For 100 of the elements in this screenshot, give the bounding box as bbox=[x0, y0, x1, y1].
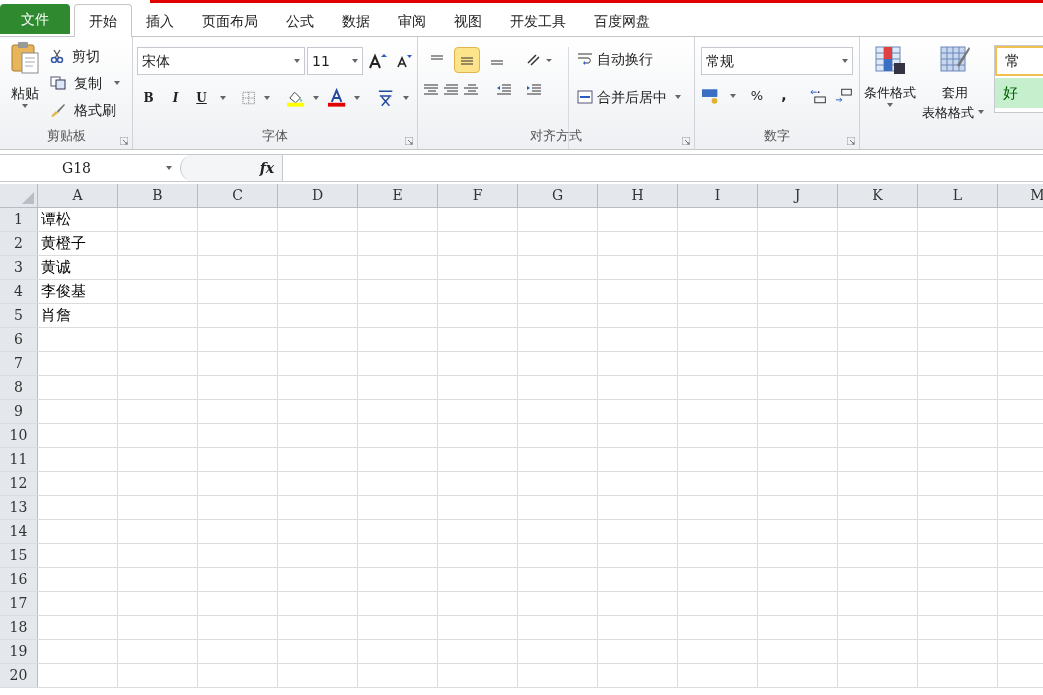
copy-icon bbox=[50, 76, 66, 90]
ribbon-tab[interactable]: 数据 bbox=[328, 6, 384, 36]
cut-button[interactable]: 剪切 bbox=[50, 45, 124, 67]
ribbon-tab[interactable]: 视图 bbox=[440, 6, 496, 36]
row-header[interactable]: 6 bbox=[0, 328, 38, 351]
ribbon-tab[interactable]: 开始 bbox=[74, 4, 132, 37]
paste-button[interactable]: 粘贴 bbox=[0, 41, 50, 126]
number-format-dropdown[interactable]: 常规 bbox=[701, 47, 853, 75]
ribbon-tab[interactable]: 插入 bbox=[132, 6, 188, 36]
scissors-icon bbox=[50, 49, 64, 63]
row-header[interactable]: 12 bbox=[0, 472, 38, 495]
percent-button[interactable]: % bbox=[746, 85, 768, 106]
row-header[interactable]: 1 bbox=[0, 208, 38, 231]
caret-icon bbox=[22, 104, 28, 108]
merge-center-button[interactable]: 合并后居中 bbox=[577, 85, 685, 109]
ribbon-tab[interactable]: 审阅 bbox=[384, 6, 440, 36]
column-header[interactable]: F bbox=[438, 184, 518, 207]
ribbon-tab[interactable]: 页面布局 bbox=[188, 6, 272, 36]
column-header[interactable]: J bbox=[758, 184, 838, 207]
row-header[interactable]: 5 bbox=[0, 304, 38, 327]
row-header[interactable]: 2 bbox=[0, 232, 38, 255]
merge-cells-icon bbox=[577, 90, 593, 104]
caret-icon bbox=[353, 96, 360, 100]
paintbrush-icon bbox=[50, 103, 66, 117]
vertical-align-button[interactable] bbox=[454, 47, 480, 73]
column-header[interactable]: B bbox=[118, 184, 198, 207]
column-header[interactable]: E bbox=[358, 184, 438, 207]
row-header[interactable]: 13 bbox=[0, 496, 38, 519]
dialog-launcher-icon[interactable] bbox=[847, 137, 855, 145]
column-header[interactable]: A bbox=[38, 184, 118, 207]
wrap-text-button[interactable]: 自动换行 bbox=[577, 47, 685, 71]
format-painter-button[interactable]: 格式刷 bbox=[50, 99, 124, 121]
caret-icon bbox=[166, 166, 172, 170]
row-header[interactable]: 15 bbox=[0, 544, 38, 567]
column-header[interactable]: L bbox=[918, 184, 998, 207]
column-header[interactable]: M bbox=[998, 184, 1043, 207]
cell-style-item[interactable]: 好 bbox=[995, 78, 1043, 108]
text-direction-icon[interactable] bbox=[526, 53, 554, 67]
row-header[interactable]: 8 bbox=[0, 376, 38, 399]
row-header[interactable]: 3 bbox=[0, 256, 38, 279]
row-header[interactable]: 4 bbox=[0, 280, 38, 303]
border-icon[interactable] bbox=[242, 91, 256, 105]
column-header[interactable]: C bbox=[198, 184, 278, 207]
ribbon-tab[interactable]: 公式 bbox=[272, 6, 328, 36]
caret-icon bbox=[114, 81, 120, 85]
insert-function-button[interactable]: fx bbox=[259, 157, 274, 179]
column-header[interactable]: G bbox=[518, 184, 598, 207]
cell-style-item[interactable]: 常 bbox=[995, 46, 1043, 76]
align-left-icon bbox=[424, 83, 438, 95]
font-name-dropdown[interactable]: 宋体 bbox=[137, 47, 305, 75]
row-header[interactable]: 7 bbox=[0, 352, 38, 375]
row-header[interactable]: 14 bbox=[0, 520, 38, 543]
font-color-icon[interactable] bbox=[326, 88, 346, 108]
bold-button[interactable]: B bbox=[137, 87, 160, 109]
align-center-icon bbox=[444, 83, 458, 95]
caret-icon bbox=[403, 96, 409, 100]
column-header[interactable]: I bbox=[678, 184, 758, 207]
ribbon-tab[interactable]: 开发工具 bbox=[496, 6, 580, 36]
dialog-launcher-icon[interactable] bbox=[682, 137, 690, 145]
row-header[interactable]: 9 bbox=[0, 400, 38, 423]
group-label: 数字 bbox=[764, 126, 790, 145]
copy-button[interactable]: 复制 bbox=[50, 72, 124, 94]
row-header[interactable]: 18 bbox=[0, 616, 38, 639]
row-header[interactable]: 17 bbox=[0, 592, 38, 615]
format-as-table-button[interactable]: 套用 表格格式 bbox=[922, 45, 988, 149]
underline-button[interactable]: U bbox=[191, 87, 213, 109]
caret-icon bbox=[730, 93, 737, 98]
group-label: 对齐方式 bbox=[530, 126, 582, 145]
font-size-dropdown[interactable]: 11 bbox=[307, 47, 363, 75]
increase-indent-icon[interactable] bbox=[526, 83, 542, 95]
conditional-format-button[interactable]: 条件格式 bbox=[864, 45, 916, 149]
grow-font-icon[interactable] bbox=[369, 53, 387, 69]
table-cell-text: 黄诚 bbox=[41, 257, 71, 279]
group-label: 字体 bbox=[262, 126, 288, 145]
row-header[interactable]: 16 bbox=[0, 568, 38, 591]
comma-button[interactable]: , bbox=[773, 85, 795, 106]
decrease-decimal-icon[interactable] bbox=[833, 86, 853, 105]
row-header[interactable]: 19 bbox=[0, 640, 38, 663]
file-tab[interactable]: 文件 bbox=[0, 4, 70, 34]
ribbon-tab[interactable]: 百度网盘 bbox=[580, 6, 664, 36]
table-brush-icon bbox=[939, 45, 971, 75]
italic-button[interactable]: I bbox=[164, 87, 187, 109]
corner-triangle-icon bbox=[22, 192, 34, 204]
row-header[interactable]: 11 bbox=[0, 448, 38, 471]
clipboard-icon bbox=[10, 41, 40, 75]
decrease-indent-icon[interactable] bbox=[496, 83, 512, 95]
table-cell-text: 李俊基 bbox=[41, 281, 86, 303]
caret-icon bbox=[842, 59, 848, 63]
group-label: 剪贴板 bbox=[46, 126, 86, 145]
column-header[interactable]: K bbox=[838, 184, 918, 207]
dialog-launcher-icon[interactable] bbox=[405, 137, 413, 145]
dialog-launcher-icon[interactable] bbox=[120, 137, 128, 145]
caret-icon bbox=[887, 102, 893, 107]
row-header[interactable]: 10 bbox=[0, 424, 38, 447]
row-header[interactable]: 20 bbox=[0, 664, 38, 687]
table-cell-text: 肖詹 bbox=[41, 305, 71, 327]
caret-icon bbox=[978, 110, 984, 115]
shrink-font-icon[interactable] bbox=[397, 54, 413, 68]
column-header[interactable]: H bbox=[598, 184, 678, 207]
column-header[interactable]: D bbox=[278, 184, 358, 207]
